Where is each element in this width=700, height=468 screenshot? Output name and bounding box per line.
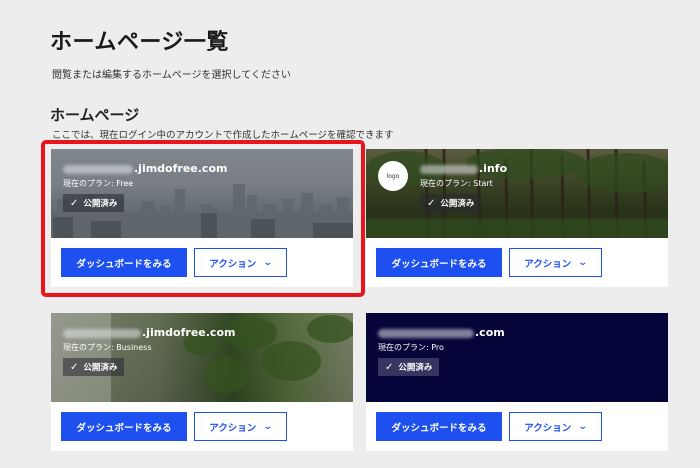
status-badge: ✓ 公開済み [420,194,482,212]
blurred-subdomain [63,164,133,174]
site-domain: .com [378,326,505,339]
chevron-down-icon: ⌄ [578,257,588,268]
chevron-down-icon: ⌄ [578,421,588,432]
status-badge: ✓ 公開済み [378,358,440,376]
card-footer: ダッシュボードをみる アクション ⌄ [366,402,668,451]
dashboard-button[interactable]: ダッシュボードをみる [376,412,502,441]
action-label: アクション [209,422,257,434]
dashboard-button[interactable]: ダッシュボードをみる [61,248,187,277]
card-footer: ダッシュボードをみる アクション ⌄ [51,402,353,451]
status-text: 公開済み [398,363,433,373]
site-domain: .info [420,162,507,175]
check-icon: ✓ [70,361,79,373]
forest-image [366,149,668,238]
site-card-1: .jimdofree.com 現在のプラン: Free ✓ 公開済み ダッシュボ… [51,149,353,287]
check-icon: ✓ [427,197,436,209]
chevron-down-icon: ⌄ [263,421,273,432]
site-banner[interactable]: logo .info 現在のプラン: Start ✓ 公開済み [366,149,668,238]
section-description: ここでは、現在ログイン中のアカウントで作成したホームページを確認できます [52,130,394,141]
action-button[interactable]: アクション ⌄ [194,248,287,277]
site-card-4: .com 現在のプラン: Pro ✓ 公開済み ダッシュボードをみる アクション… [366,313,668,451]
action-button[interactable]: アクション ⌄ [509,412,602,441]
page-description: 閲覧または編集するホームページを選択してください [52,70,291,81]
site-card-2: logo .info 現在のプラン: Start ✓ 公開済み ダッシュボードを… [366,149,668,287]
site-domain: .jimdofree.com [63,326,235,339]
blurred-subdomain [378,328,474,338]
status-text: 公開済み [83,363,118,373]
site-banner[interactable]: .jimdofree.com 現在のプラン: Free ✓ 公開済み [51,149,353,238]
action-label: アクション [524,422,572,434]
plan-label: 現在のプラン: Free [63,179,134,188]
dashboard-button[interactable]: ダッシュボードをみる [376,248,502,277]
action-button[interactable]: アクション ⌄ [509,248,602,277]
plan-label: 現在のプラン: Pro [378,343,444,352]
dashboard-button[interactable]: ダッシュボードをみる [61,412,187,441]
check-icon: ✓ [70,197,79,209]
check-icon: ✓ [385,361,394,373]
site-domain: .jimdofree.com [63,162,227,175]
site-card-3: .jimdofree.com 現在のプラン: Business ✓ 公開済み ダ… [51,313,353,451]
chevron-down-icon: ⌄ [263,257,273,268]
plan-label: 現在のプラン: Start [420,179,493,188]
plan-label: 現在のプラン: Business [63,343,152,352]
blurred-subdomain [420,164,478,174]
site-banner[interactable]: .jimdofree.com 現在のプラン: Business ✓ 公開済み [51,313,353,402]
card-footer: ダッシュボードをみる アクション ⌄ [366,238,668,287]
action-label: アクション [524,258,572,270]
page-title: ホームページ一覧 [50,30,229,55]
status-badge: ✓ 公開済み [63,194,125,212]
domain-suffix: .jimdofree.com [142,326,236,339]
domain-suffix: .info [479,162,508,175]
blurred-subdomain [63,328,141,338]
section-title: ホームページ [50,106,140,124]
action-label: アクション [209,258,257,270]
domain-suffix: .com [475,326,505,339]
site-logo: logo [378,161,408,191]
action-button[interactable]: アクション ⌄ [194,412,287,441]
domain-suffix: .jimdofree.com [134,162,228,175]
status-text: 公開済み [83,199,118,209]
status-text: 公開済み [440,199,475,209]
site-banner[interactable]: .com 現在のプラン: Pro ✓ 公開済み [366,313,668,402]
status-badge: ✓ 公開済み [63,358,125,376]
card-footer: ダッシュボードをみる アクション ⌄ [51,238,353,287]
